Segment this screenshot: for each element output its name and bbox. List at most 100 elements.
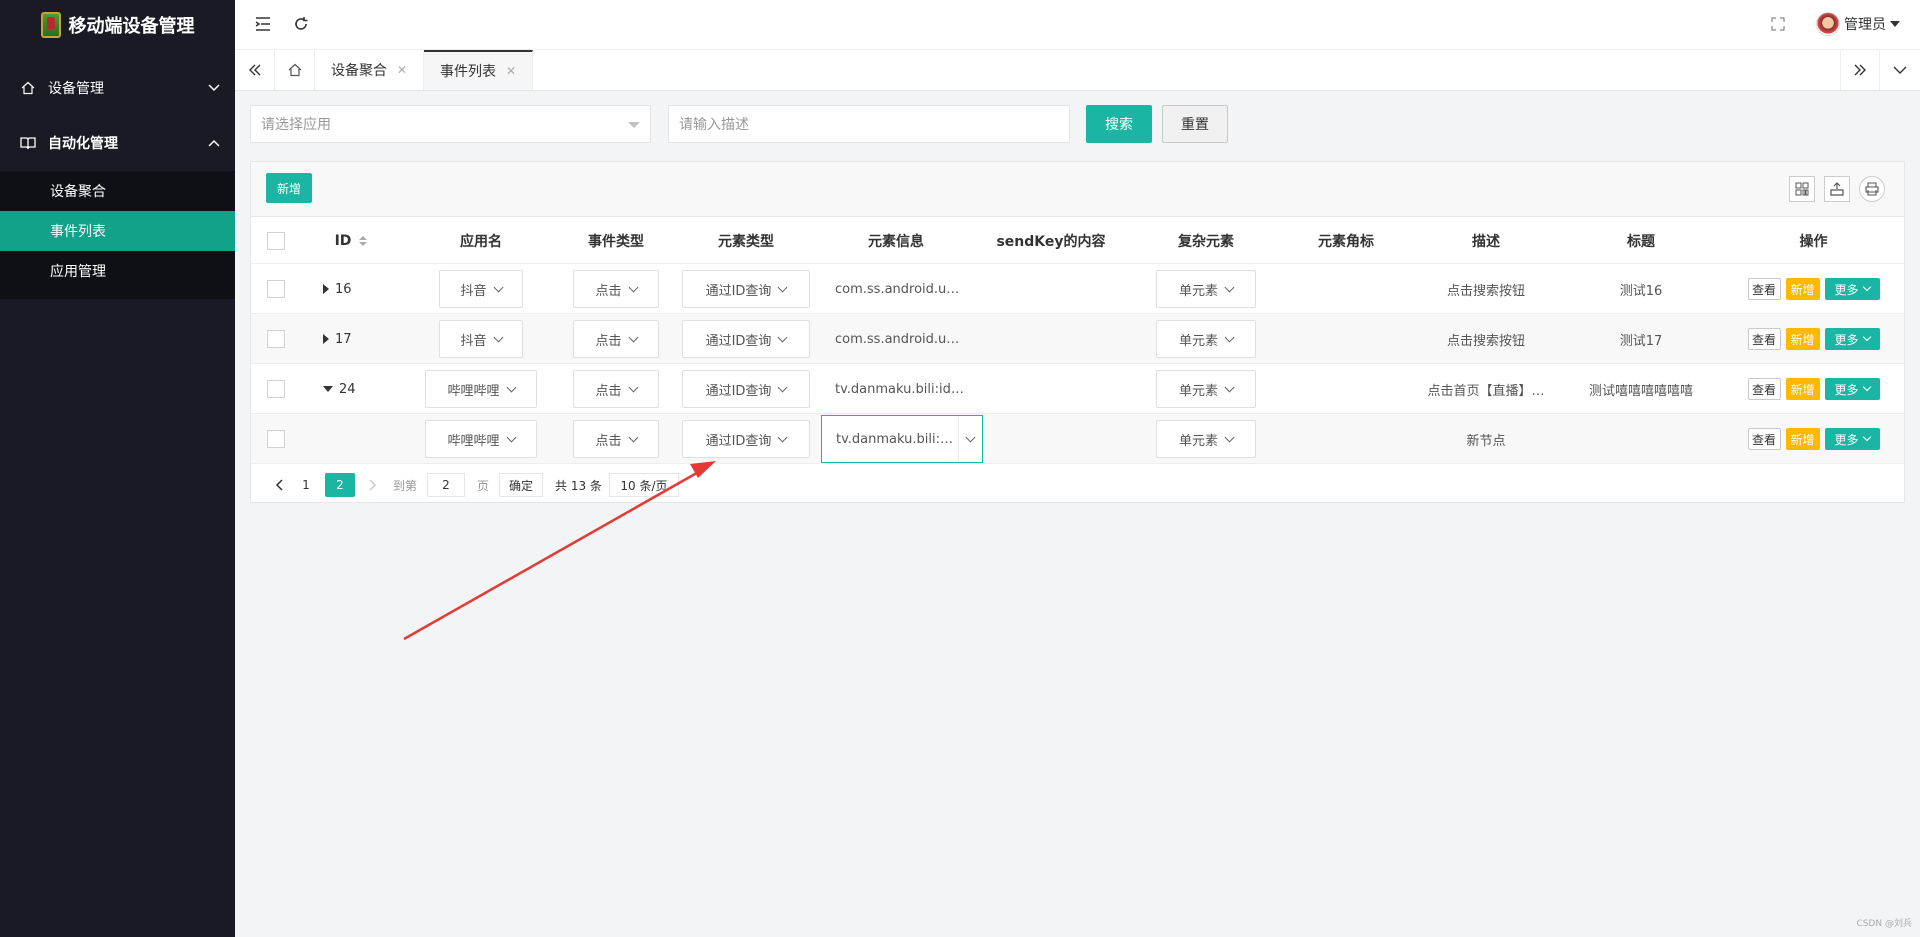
tab-device-aggregate[interactable]: 设备聚合 ✕ — [315, 50, 425, 90]
sidebar-menu-automation[interactable]: 自动化管理 — [0, 115, 235, 170]
row-add-button[interactable]: 新增 — [1785, 278, 1820, 300]
more-button[interactable]: 更多 — [1824, 278, 1880, 300]
view-button[interactable]: 查看 — [1747, 378, 1781, 400]
app-name-value: 抖音 — [460, 333, 487, 349]
app-name-select[interactable]: 哔哩哔哩 — [425, 370, 537, 408]
tab-home-icon[interactable] — [275, 50, 315, 90]
refresh-icon[interactable] — [291, 14, 311, 34]
view-button[interactable]: 查看 — [1747, 278, 1781, 300]
event-type-select[interactable]: 点击 — [573, 270, 659, 308]
more-label: 更多 — [1834, 382, 1859, 397]
row-add-button[interactable]: 新增 — [1785, 328, 1820, 350]
select-all-checkbox[interactable] — [267, 231, 285, 250]
prev-page-icon[interactable] — [269, 473, 289, 497]
page-size-select[interactable]: 10 条/页 — [609, 473, 679, 497]
view-button[interactable]: 查看 — [1747, 328, 1781, 350]
more-label: 更多 — [1834, 432, 1859, 447]
row-id: 24 — [339, 381, 356, 397]
row-id-cell — [323, 414, 383, 464]
title-value: 测试嘻嘻嘻嘻嘻嘻 — [1588, 383, 1693, 399]
app-name-value: 抖音 — [460, 283, 487, 299]
row-add-button[interactable]: 新增 — [1785, 428, 1820, 450]
element-type-value: 通过ID查询 — [705, 333, 772, 349]
page-1[interactable]: 1 — [296, 473, 316, 497]
row-checkbox[interactable] — [267, 330, 285, 348]
element-type-select[interactable]: 通过ID查询 — [682, 270, 810, 308]
sort-icon[interactable] — [359, 235, 368, 246]
row-id-cell[interactable]: 17 — [323, 314, 383, 364]
chevron-down-icon — [506, 432, 516, 442]
chevron-down-icon — [1224, 432, 1235, 442]
columns-filter-icon[interactable] — [1789, 176, 1815, 202]
expand-arrow-icon[interactable] — [323, 334, 329, 344]
caret-down-icon — [1890, 21, 1900, 27]
app-name-select[interactable]: 哔哩哔哩 — [425, 420, 537, 458]
user-name: 管理员 — [1844, 17, 1886, 33]
tab-options-chevron-icon[interactable] — [1880, 50, 1920, 90]
chevron-down-icon — [777, 282, 788, 292]
close-icon[interactable]: ✕ — [506, 64, 516, 78]
more-button[interactable]: 更多 — [1824, 428, 1880, 450]
event-type-select[interactable]: 点击 — [573, 370, 659, 408]
collapse-arrow-icon[interactable] — [323, 386, 333, 392]
export-icon[interactable] — [1824, 176, 1850, 202]
expand-arrow-icon[interactable] — [323, 284, 329, 294]
col-element-type: 元素类型 — [718, 233, 774, 250]
print-icon[interactable] — [1859, 176, 1885, 202]
menu-fold-icon[interactable] — [253, 14, 273, 34]
page-2-current[interactable]: 2 — [325, 473, 355, 497]
table-row: 24 哔哩哔哩 点击 通过ID查询 tv.danmaku.bili:id/t… … — [251, 364, 1904, 414]
tab-event-list[interactable]: 事件列表 ✕ — [424, 50, 534, 90]
complex-element-select[interactable]: 单元素 — [1156, 320, 1256, 358]
app-select[interactable]: 请选择应用 — [250, 105, 651, 143]
complex-element-select[interactable]: 单元素 — [1156, 370, 1256, 408]
event-type-select[interactable]: 点击 — [573, 320, 659, 358]
search-button[interactable]: 搜索 — [1086, 105, 1152, 143]
app-name-select[interactable]: 抖音 — [439, 320, 523, 358]
phone-logo-icon — [40, 12, 61, 38]
event-type-select[interactable]: 点击 — [573, 420, 659, 458]
row-checkbox[interactable] — [267, 280, 285, 298]
row-checkbox[interactable] — [267, 430, 285, 448]
element-info-editor[interactable]: tv.danmaku.bili:id/t… — [821, 415, 983, 463]
sidebar-item-app-manage[interactable]: 应用管理 — [0, 251, 235, 291]
element-type-value: 通过ID查询 — [705, 383, 772, 399]
col-element-badge: 元素角标 — [1318, 233, 1374, 250]
row-id-cell[interactable]: 24 — [323, 364, 383, 414]
app-title: 移动端设备管理 — [68, 16, 195, 37]
sidebar-item-event-list[interactable]: 事件列表 — [0, 211, 235, 251]
sidebar-menu-device[interactable]: 设备管理 — [0, 60, 235, 115]
row-checkbox[interactable] — [267, 380, 285, 398]
description-placeholder: 请输入描述 — [679, 117, 749, 133]
description-input[interactable]: 请输入描述 — [668, 105, 1070, 143]
goto-page-input[interactable]: 2 — [427, 473, 465, 497]
close-icon[interactable]: ✕ — [397, 63, 407, 77]
view-button[interactable]: 查看 — [1747, 428, 1781, 450]
next-page-icon[interactable] — [363, 473, 383, 497]
complex-element-select[interactable]: 单元素 — [1156, 270, 1256, 308]
sidebar-item-device-aggregate[interactable]: 设备聚合 — [0, 171, 235, 211]
tab-bar: 设备聚合 ✕ 事件列表 ✕ — [235, 50, 1920, 91]
reset-button[interactable]: 重置 — [1162, 105, 1228, 143]
chevron-down-icon — [777, 432, 788, 442]
app-name-select[interactable]: 抖音 — [439, 270, 523, 308]
element-info-value: tv.danmaku.bili:id/t… — [836, 431, 954, 447]
caret-down-icon — [628, 122, 640, 128]
fullscreen-icon[interactable] — [1768, 14, 1788, 34]
row-id-cell[interactable]: 16 — [323, 264, 383, 314]
user-menu[interactable]: 管理员 — [1816, 12, 1900, 36]
chevron-down-icon — [1862, 332, 1871, 342]
more-button[interactable]: 更多 — [1824, 328, 1880, 350]
more-button[interactable]: 更多 — [1824, 378, 1880, 400]
goto-confirm-button[interactable]: 确定 — [499, 473, 543, 497]
element-type-select[interactable]: 通过ID查询 — [682, 370, 810, 408]
tab-scroll-left-icon[interactable] — [235, 50, 275, 90]
tab-scroll-right-icon[interactable] — [1840, 50, 1880, 90]
complex-element-select[interactable]: 单元素 — [1156, 420, 1256, 458]
element-type-select[interactable]: 通过ID查询 — [682, 320, 810, 358]
element-type-select[interactable]: 通过ID查询 — [682, 420, 810, 458]
col-id[interactable]: ID — [301, 217, 401, 264]
add-button[interactable]: 新增 — [266, 173, 312, 203]
table-row: 17 抖音 点击 通过ID查询 com.ss.android.ug… 单元素 点… — [251, 314, 1904, 364]
row-add-button[interactable]: 新增 — [1785, 378, 1820, 400]
